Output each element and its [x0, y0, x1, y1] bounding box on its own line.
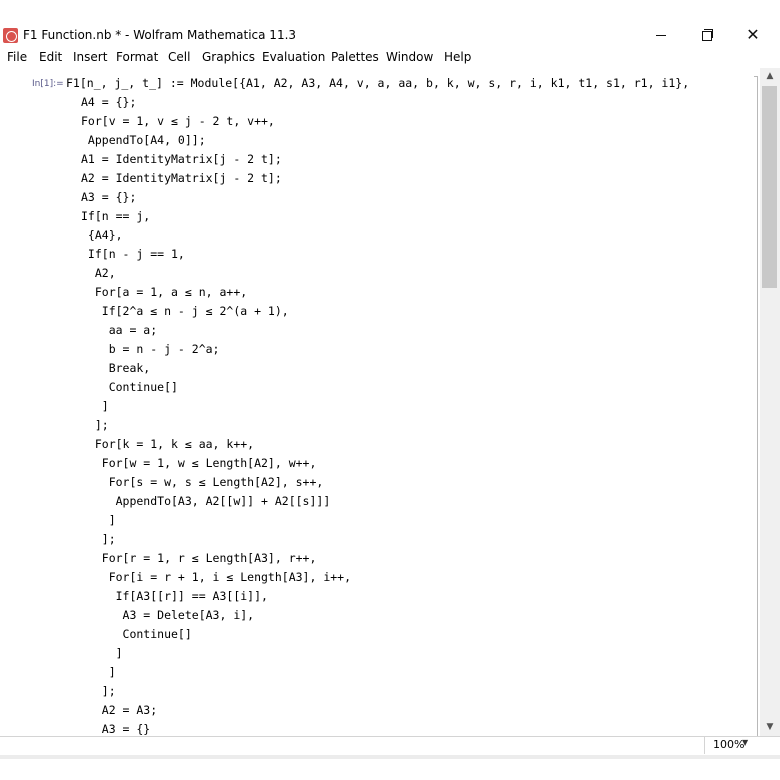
scroll-up-arrow-icon[interactable]: ▲	[764, 70, 776, 82]
code-line: A3 = {}	[81, 722, 151, 736]
zoom-level: 100%	[713, 738, 745, 751]
code-line: ]	[81, 399, 109, 413]
code-line: ]	[81, 665, 116, 679]
scrollbar-thumb[interactable]	[762, 86, 777, 288]
code-line: A3 = {};	[81, 190, 137, 204]
code-line: A2 = IdentityMatrix[j - 2 t];	[81, 171, 282, 185]
input-cell-code[interactable]: F1[n_, j_, t_] := Module[{A1, A2, A3, A4…	[0, 68, 750, 736]
horizontal-scrollbar[interactable]	[0, 755, 780, 759]
code-line: b = n - j - 2^a;	[81, 342, 220, 356]
code-line: A2,	[81, 266, 116, 280]
zoom-selector[interactable]: 100%	[704, 736, 758, 754]
code-line: If[n == j,	[81, 209, 151, 223]
code-line: AppendTo[A3, A2[[w]] + A2[[s]]]	[81, 494, 331, 508]
code-line: A2 = A3;	[81, 703, 158, 717]
code-line: If[2^a ≤ n - j ≤ 2^(a + 1),	[81, 304, 289, 318]
status-divider	[0, 736, 780, 737]
status-bar: 100% ▼	[0, 736, 780, 780]
code-line: For[i = r + 1, i ≤ Length[A3], i++,	[81, 570, 352, 584]
code-line: For[w = 1, w ≤ Length[A2], w++,	[81, 456, 317, 470]
code-line: ]	[81, 513, 116, 527]
notebook-area[interactable]: In[1]:= F1[n_, j_, t_] := Module[{A1, A2…	[0, 68, 760, 736]
close-icon: ✕	[746, 25, 760, 44]
title-bar: F1 Function.nb * - Wolfram Mathematica 1…	[0, 0, 780, 46]
code-line: ];	[81, 684, 116, 698]
code-line: ];	[81, 532, 116, 546]
menu-evaluation[interactable]: Evaluation	[262, 50, 325, 64]
code-line: aa = a;	[81, 323, 158, 337]
code-line: For[r = 1, r ≤ Length[A3], r++,	[81, 551, 317, 565]
code-line: AppendTo[A4, 0]];	[81, 133, 206, 147]
code-line: Continue[]	[81, 380, 178, 394]
zoom-dropdown-arrow-icon[interactable]: ▼	[742, 738, 748, 747]
menu-cell[interactable]: Cell	[168, 50, 190, 64]
menu-file[interactable]: File	[7, 50, 27, 64]
code-line: ]	[81, 646, 123, 660]
close-button[interactable]: ✕	[738, 26, 768, 44]
code-line: For[s = w, s ≤ Length[A2], s++,	[81, 475, 324, 489]
minimize-button[interactable]	[646, 26, 676, 44]
code-line: A1 = IdentityMatrix[j - 2 t];	[81, 152, 282, 166]
code-line: For[k = 1, k ≤ aa, k++,	[81, 437, 255, 451]
code-line: ];	[81, 418, 109, 432]
menu-palettes[interactable]: Palettes	[331, 50, 379, 64]
code-line: For[v = 1, v ≤ j - 2 t, v++,	[81, 114, 275, 128]
menu-format[interactable]: Format	[116, 50, 158, 64]
code-line: A4 = {};	[81, 95, 137, 109]
code-line: If[n - j == 1,	[81, 247, 185, 261]
menu-graphics[interactable]: Graphics	[202, 50, 255, 64]
mathematica-app-icon[interactable]	[3, 28, 18, 43]
code-line: F1[n_, j_, t_] := Module[{A1, A2, A3, A4…	[66, 76, 690, 90]
code-line: {A4},	[81, 228, 123, 242]
code-line: For[a = 1, a ≤ n, a++,	[81, 285, 248, 299]
cell-bracket[interactable]	[754, 76, 758, 736]
code-line: Continue[]	[81, 627, 192, 641]
code-line: Break,	[81, 361, 151, 375]
maximize-button[interactable]	[691, 26, 721, 44]
menu-edit[interactable]: Edit	[39, 50, 62, 64]
code-line: If[A3[[r]] == A3[[i]],	[81, 589, 268, 603]
menu-insert[interactable]: Insert	[73, 50, 107, 64]
menu-bar: File Edit Insert Format Cell Graphics Ev…	[0, 48, 780, 68]
scroll-down-arrow-icon[interactable]: ▼	[764, 721, 776, 733]
code-line: A3 = Delete[A3, i],	[81, 608, 255, 622]
window-title: F1 Function.nb * - Wolfram Mathematica 1…	[23, 28, 297, 42]
menu-help[interactable]: Help	[444, 50, 471, 64]
menu-window[interactable]: Window	[386, 50, 433, 64]
